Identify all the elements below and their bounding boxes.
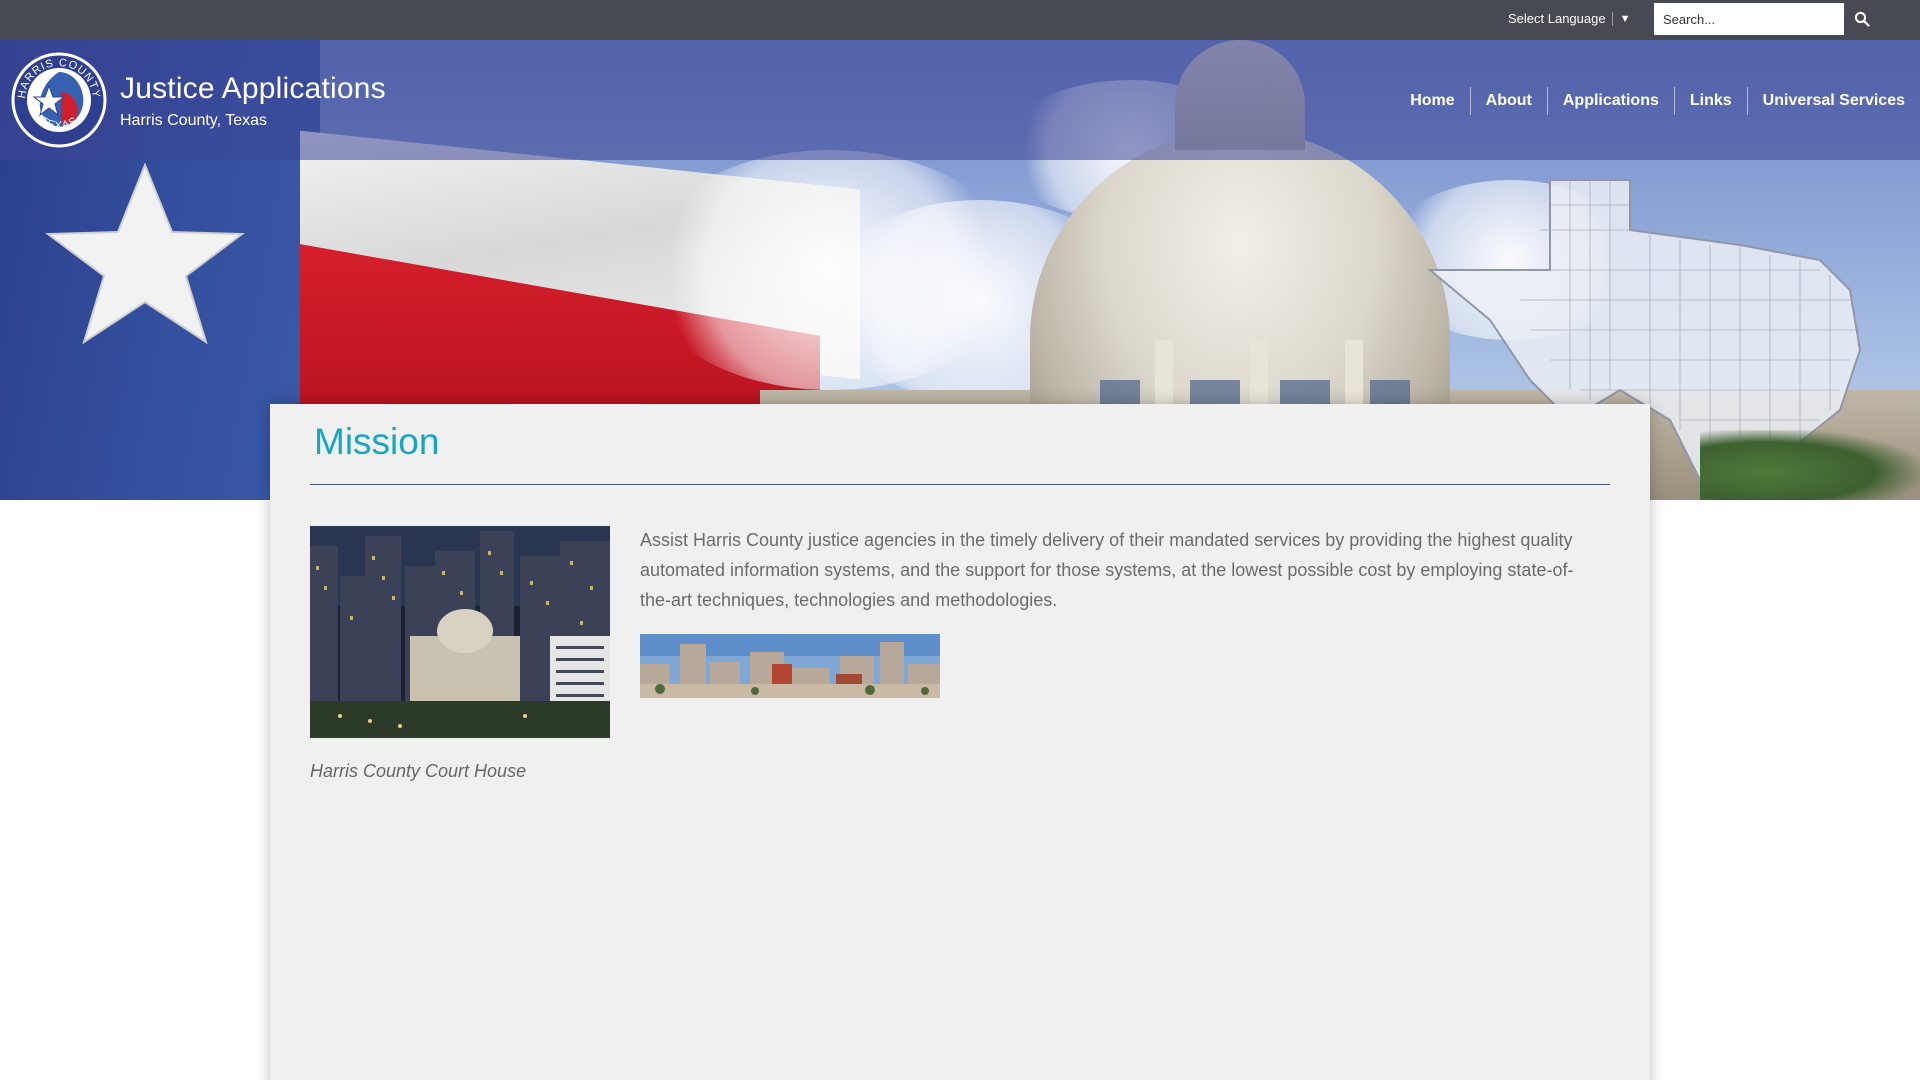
courthouse-night-photo xyxy=(310,526,610,738)
language-divider xyxy=(1611,11,1613,26)
search-button[interactable] xyxy=(1844,3,1880,35)
language-selector-label: Select Language xyxy=(1508,11,1606,26)
city-night-skyline-image xyxy=(310,526,610,738)
harris-county-seal-logo[interactable]: HARRIS COUNTY TEXAS xyxy=(11,52,107,148)
nav-item-applications[interactable]: Applications xyxy=(1548,87,1674,115)
language-selector[interactable]: Select Language ▼ xyxy=(1508,11,1630,26)
nav-item-links[interactable]: Links xyxy=(1675,87,1747,115)
photo-caption: Harris County Court House xyxy=(310,761,527,781)
nav-item-about[interactable]: About xyxy=(1471,87,1547,115)
search-icon xyxy=(1854,11,1870,27)
chevron-down-icon: ▼ xyxy=(1619,12,1631,25)
mission-statement: Assist Harris County justice agencies in… xyxy=(640,530,1574,610)
search-input[interactable] xyxy=(1654,3,1844,35)
content-panel: Mission Harris County Court House Assist… xyxy=(270,404,1650,1080)
site-subtitle: Harris County, Texas xyxy=(120,112,268,129)
title-divider xyxy=(310,484,1610,485)
main-nav: Home About Applications Links Universal … xyxy=(1395,87,1920,115)
city-panorama-photo xyxy=(640,634,940,698)
nav-item-home[interactable]: Home xyxy=(1395,87,1469,115)
nav-item-universal-services[interactable]: Universal Services xyxy=(1748,87,1920,115)
site-title[interactable]: Justice Applications xyxy=(120,72,386,106)
trees xyxy=(1700,430,1920,500)
top-utility-bar: Select Language ▼ xyxy=(0,0,1920,40)
page-title: Mission xyxy=(314,421,440,462)
city-day-skyline-image xyxy=(640,634,940,698)
texas-flag-star-icon xyxy=(45,162,245,345)
